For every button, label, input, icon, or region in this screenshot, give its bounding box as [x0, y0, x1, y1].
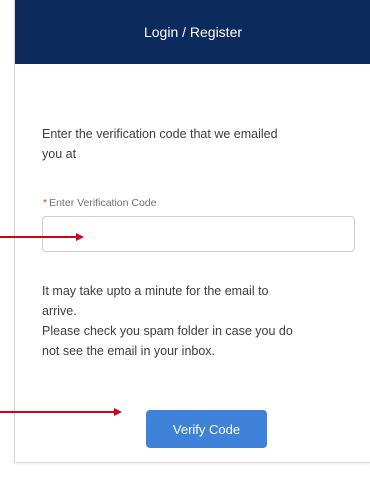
required-marker: * [43, 197, 48, 209]
verification-code-input[interactable] [42, 216, 355, 252]
verification-code-label-text: Enter Verification Code [49, 197, 157, 209]
help-text: It may take upto a minute for the email … [42, 281, 352, 361]
login-register-card: Login / Register Enter the verification … [14, 0, 370, 463]
help-line-1: It may take upto a minute for the email … [42, 284, 269, 298]
card-header: Login / Register [15, 0, 370, 64]
help-line-4: not see the email in your inbox. [42, 344, 216, 358]
intro-line-1: Enter the verification code that we emai… [42, 127, 278, 141]
intro-line-2: you at [42, 147, 77, 161]
help-line-2: arrive. [42, 304, 77, 318]
verification-code-label: * Enter Verification Code [43, 197, 157, 209]
verification-instructions: Enter the verification code that we emai… [42, 124, 347, 164]
header-title: Login / Register [143, 24, 243, 40]
verify-code-button[interactable]: Verify Code [146, 410, 267, 448]
help-line-3: Please check you spam folder in case you… [42, 324, 293, 338]
